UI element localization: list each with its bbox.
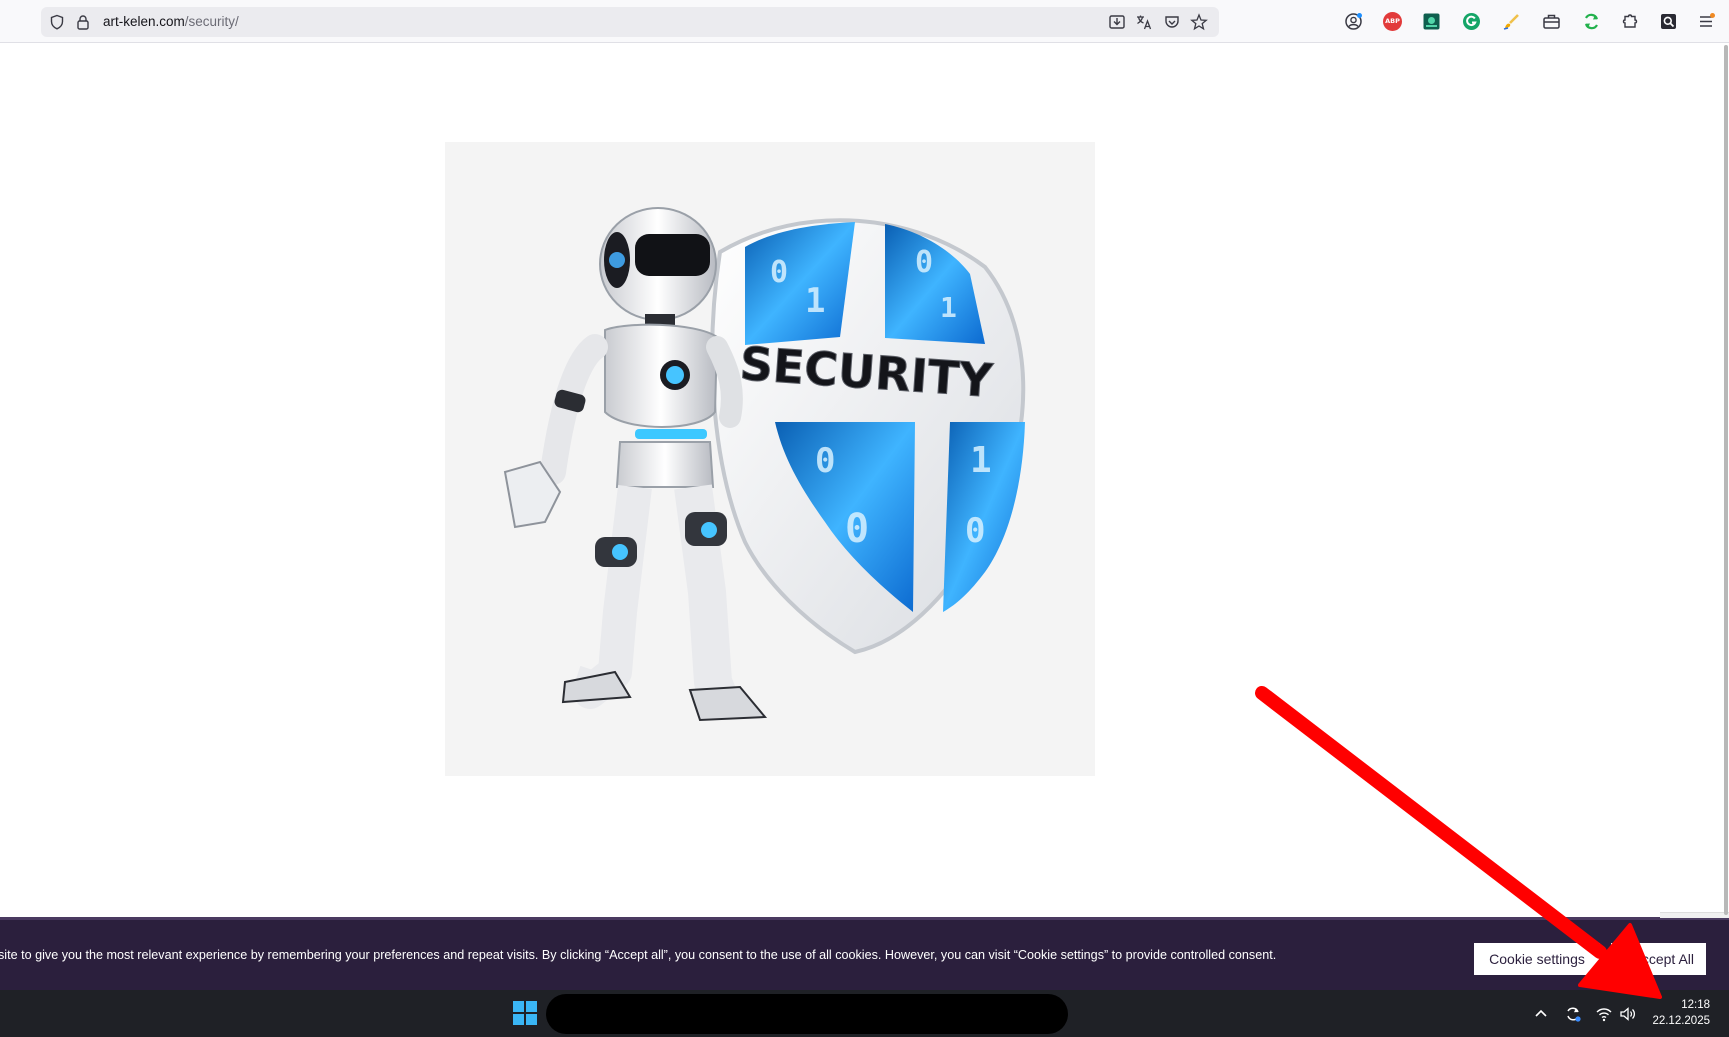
green-ext-icon[interactable] [1422,12,1441,31]
binary-digit: 1 [805,281,825,321]
bookmark-star-icon[interactable] [1190,13,1208,31]
sync-icon[interactable] [1564,1005,1582,1023]
browser-toolbar: art-kelen.com/security/ ABP [0,0,1729,43]
binary-digit: 0 [915,245,933,280]
tracking-shield-icon[interactable] [49,14,65,30]
binary-digit: 0 [815,441,835,481]
search-ext-icon[interactable] [1659,12,1678,31]
url-domain: art-kelen.com [103,14,185,29]
screen: art-kelen.com/security/ ABP SECURITY 0 1… [0,0,1729,1037]
accept-all-button[interactable]: ccept All [1611,943,1706,975]
page-scrollbar[interactable] [1724,45,1728,915]
lock-icon[interactable] [75,14,91,30]
volume-icon[interactable] [1619,1005,1637,1023]
clock-date: 22.12.2025 [1652,1015,1710,1027]
puzzle-extensions-icon[interactable] [1621,12,1640,31]
pocket-icon[interactable] [1163,13,1181,31]
save-page-icon[interactable] [1108,13,1126,31]
binary-digit: 1 [970,440,992,481]
refresh-ext-icon[interactable] [1582,12,1601,31]
binary-digit: 0 [965,511,985,551]
redacted-taskbar-apps [546,994,1068,1034]
binary-digit: 1 [940,291,957,324]
cookie-consent-text: site to give you the most relevant exper… [0,948,1277,962]
cookie-consent-banner: site to give you the most relevant exper… [0,917,1729,990]
security-robot-image: SECURITY 0 1 0 1 0 0 1 0 [445,142,1095,776]
chevron-up-icon[interactable] [1532,1005,1550,1023]
url-text[interactable]: art-kelen.com/security/ [103,14,239,29]
menu-icon[interactable] [1697,12,1716,31]
shield-graphic: SECURITY 0 1 0 1 0 0 1 0 [710,218,1026,655]
windows-taskbar: 12:18 22.12.2025 [0,990,1729,1037]
toolbox-icon[interactable] [1542,12,1561,31]
binary-digit: 0 [770,255,788,290]
windows-start-icon[interactable] [513,1001,537,1025]
account-icon[interactable] [1344,12,1363,31]
adblock-plus-icon[interactable]: ABP [1383,12,1402,31]
system-clock[interactable]: 12:18 22.12.2025 [1652,997,1710,1029]
url-path: /security/ [184,14,239,29]
cookie-settings-button[interactable]: Cookie settings [1474,943,1600,975]
wifi-icon[interactable] [1595,1005,1613,1023]
binary-digit: 0 [845,506,869,552]
clock-time: 12:18 [1681,999,1710,1011]
url-bar[interactable]: art-kelen.com/security/ [41,7,1219,37]
translate-icon[interactable] [1135,13,1153,31]
grammarly-icon[interactable] [1462,12,1481,31]
brush-ext-icon[interactable] [1502,12,1521,31]
floating-tab [1660,912,1729,918]
